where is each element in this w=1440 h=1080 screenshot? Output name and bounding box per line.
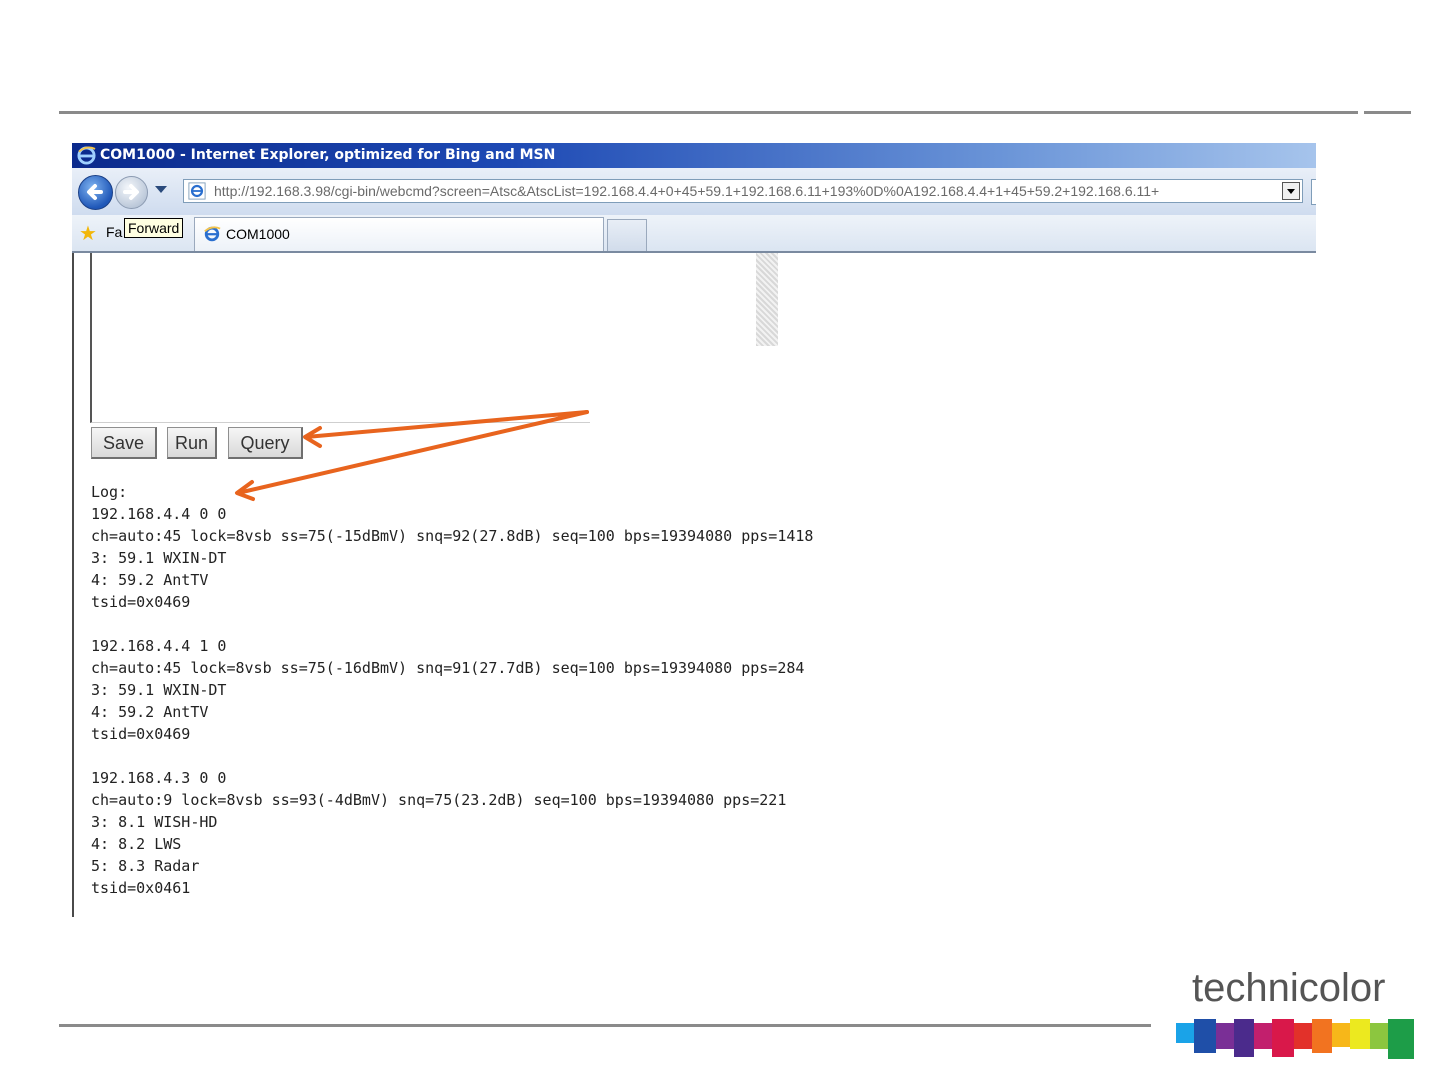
window-title: COM1000 - Internet Explorer, optimized f… xyxy=(100,147,556,163)
page-content: Save Run Query Log: 192.168.4.4 0 0 ch=aut… xyxy=(72,253,1316,917)
log-line: ch=auto:45 lock=8vsb ss=75(-16dBmV) snq=… xyxy=(91,659,805,677)
history-dropdown-icon[interactable] xyxy=(155,186,167,193)
browser-screenshot: COM1000 - Internet Explorer, optimized f… xyxy=(72,143,1316,917)
log-line: 192.168.4.3 0 0 xyxy=(91,769,227,787)
ie-e-icon xyxy=(77,146,96,165)
new-tab-button[interactable] xyxy=(607,219,647,251)
log-line: tsid=0x0461 xyxy=(91,879,191,897)
log-output: Log: 192.168.4.4 0 0 ch=auto:45 lock=8vsb … xyxy=(91,481,813,899)
log-line: 3: 8.1 WISH-HD xyxy=(91,813,218,831)
save-button[interactable]: Save xyxy=(91,427,157,459)
ie-e-icon xyxy=(204,226,221,242)
log-line: 3: 59.1 WXIN-DT xyxy=(91,549,227,567)
log-line: 3: 59.1 WXIN-DT xyxy=(91,681,227,699)
favorites-bar: ★ Fa Forward COM1000 xyxy=(72,215,1316,253)
window-titlebar: COM1000 - Internet Explorer, optimized f… xyxy=(72,143,1316,168)
address-bar-edge xyxy=(1311,179,1316,205)
address-url[interactable]: http://192.168.3.98/cgi-bin/webcmd?scree… xyxy=(214,180,1274,202)
favorites-label[interactable]: Fa xyxy=(106,224,122,240)
slide-bottom-rule xyxy=(59,1024,1151,1027)
log-line: 4: 59.2 AntTV xyxy=(91,703,209,721)
scrollbar-strip[interactable] xyxy=(756,253,778,346)
page-ie-icon xyxy=(188,182,206,200)
address-bar[interactable]: http://192.168.3.98/cgi-bin/webcmd?scree… xyxy=(183,179,1303,203)
forward-arrow-icon xyxy=(123,184,139,200)
back-arrow-icon xyxy=(87,184,103,200)
log-line: 4: 59.2 AntTV xyxy=(91,571,209,589)
query-button[interactable]: Query xyxy=(228,427,303,459)
log-line: tsid=0x0469 xyxy=(91,725,191,743)
log-line: ch=auto:9 lock=8vsb ss=93(-4dBmV) snq=75… xyxy=(91,791,787,809)
log-line: ch=auto:45 lock=8vsb ss=75(-15dBmV) snq=… xyxy=(91,527,814,545)
log-line: 192.168.4.4 1 0 xyxy=(91,637,227,655)
forward-tooltip: Forward xyxy=(124,218,184,238)
tab-com1000[interactable]: COM1000 xyxy=(194,217,604,251)
log-line: 5: 8.3 Radar xyxy=(91,857,200,875)
forward-button[interactable] xyxy=(115,176,148,209)
brand-name: technicolor xyxy=(1192,966,1386,1010)
slide-top-rule xyxy=(59,111,1411,114)
run-button[interactable]: Run xyxy=(167,427,217,459)
log-line: 192.168.4.4 0 0 xyxy=(91,505,227,523)
brand-color-bar-logo xyxy=(1176,1019,1414,1059)
navigation-bar: http://192.168.3.98/cgi-bin/webcmd?scree… xyxy=(72,168,1316,216)
slide-top-rule-gap xyxy=(1358,111,1364,114)
log-line: 4: 8.2 LWS xyxy=(91,835,182,853)
tab-label: COM1000 xyxy=(226,226,290,242)
log-line: tsid=0x0469 xyxy=(91,593,191,611)
address-dropdown-button[interactable] xyxy=(1282,182,1300,200)
log-line: Log: xyxy=(91,483,128,501)
command-textarea[interactable] xyxy=(90,253,590,423)
star-icon[interactable]: ★ xyxy=(79,223,97,243)
back-button[interactable] xyxy=(78,175,113,210)
